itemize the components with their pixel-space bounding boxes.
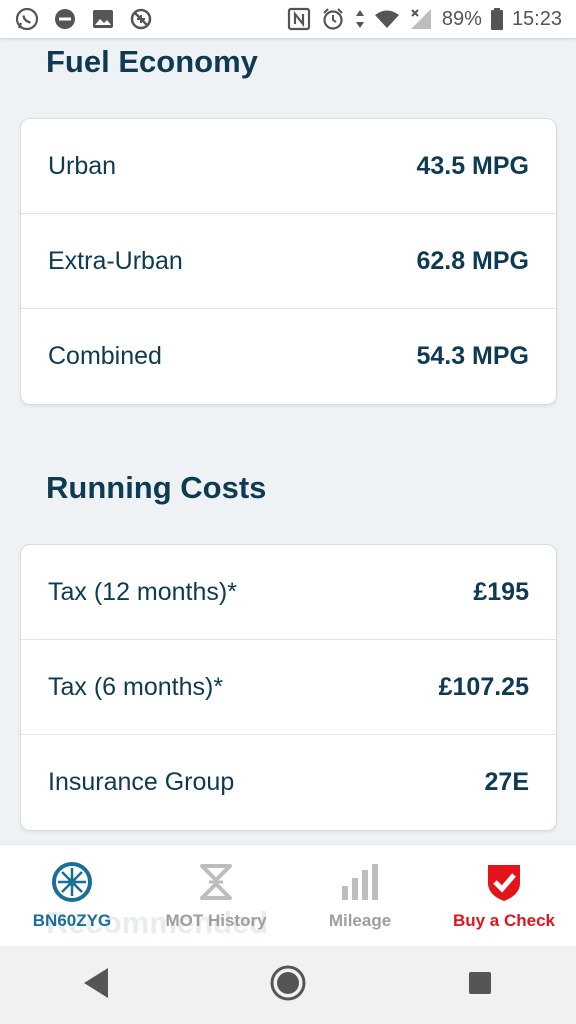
tab-vehicle-label: BN60ZYG: [32, 911, 112, 930]
scroll-content[interactable]: Fuel Economy Urban 43.5 MPG Extra-Urban …: [0, 38, 576, 844]
row-label: Insurance Group: [48, 768, 235, 796]
battery-percent: 89%: [441, 7, 482, 30]
gallery-icon: [90, 6, 116, 32]
system-nav-bar: [0, 946, 576, 1024]
list-item: Tax (6 months)* £107.25: [21, 640, 556, 735]
mot-triangle-icon: [196, 857, 236, 907]
row-value: 43.5 MPG: [416, 151, 529, 180]
nfc-icon: [286, 6, 312, 32]
bar-chart-icon: [340, 857, 380, 907]
recents-icon: [467, 970, 493, 1001]
row-value: 54.3 MPG: [416, 342, 529, 370]
blocked-icon: [128, 6, 154, 32]
home-button[interactable]: [258, 955, 318, 1015]
running-costs-card: Tax (12 months)* £195 Tax (6 months)* £1…: [20, 544, 557, 831]
tab-mileage[interactable]: Mileage: [288, 845, 432, 947]
list-item: Insurance Group 27E: [21, 735, 556, 830]
whatsapp-icon: [14, 6, 40, 32]
shield-check-icon: [485, 857, 523, 907]
home-icon: [269, 964, 307, 1007]
list-item: Combined 54.3 MPG: [21, 309, 556, 404]
back-icon: [81, 966, 111, 1005]
list-item: Urban 43.5 MPG: [21, 119, 556, 214]
signal-icon: [408, 6, 434, 32]
tab-mileage-label: Mileage: [328, 911, 392, 930]
wheel-icon: [51, 857, 93, 907]
row-value: 62.8 MPG: [416, 246, 529, 275]
tab-buy-a-check-label: Buy a Check: [452, 911, 556, 930]
row-value: £107.25: [438, 672, 529, 701]
do-not-disturb-icon: [52, 6, 78, 32]
row-label: Tax (12 months)*: [48, 577, 237, 606]
running-costs-title: Running Costs: [46, 470, 267, 505]
tab-buy-a-check[interactable]: Buy a Check: [432, 845, 576, 947]
wifi-icon: [374, 6, 400, 32]
row-label: Urban: [48, 151, 117, 180]
bottom-tab-bar: Recommended BN60ZYG MOT History Mileage …: [0, 844, 576, 947]
row-value: 27E: [484, 768, 529, 796]
fuel-economy-title: Fuel Economy: [46, 44, 258, 79]
tab-mot-history-label: MOT History: [165, 911, 267, 930]
recents-button[interactable]: [450, 955, 510, 1015]
data-arrows-icon: [354, 6, 366, 32]
row-label: Combined: [48, 342, 162, 370]
row-label: Extra-Urban: [48, 246, 183, 275]
alarm-icon: [320, 6, 346, 32]
clock: 15:23: [511, 7, 562, 30]
battery-icon: [490, 6, 504, 32]
list-item: Extra-Urban 62.8 MPG: [21, 214, 556, 309]
row-label: Tax (6 months)*: [48, 672, 224, 701]
tab-mot-history[interactable]: MOT History: [144, 845, 288, 947]
list-item: Tax (12 months)* £195: [21, 545, 556, 640]
status-bar: 89% 15:23: [0, 0, 576, 38]
back-button[interactable]: [66, 955, 126, 1015]
fuel-economy-card: Urban 43.5 MPG Extra-Urban 62.8 MPG Comb…: [20, 118, 557, 405]
tab-vehicle[interactable]: BN60ZYG: [0, 845, 144, 947]
row-value: £195: [473, 577, 529, 606]
